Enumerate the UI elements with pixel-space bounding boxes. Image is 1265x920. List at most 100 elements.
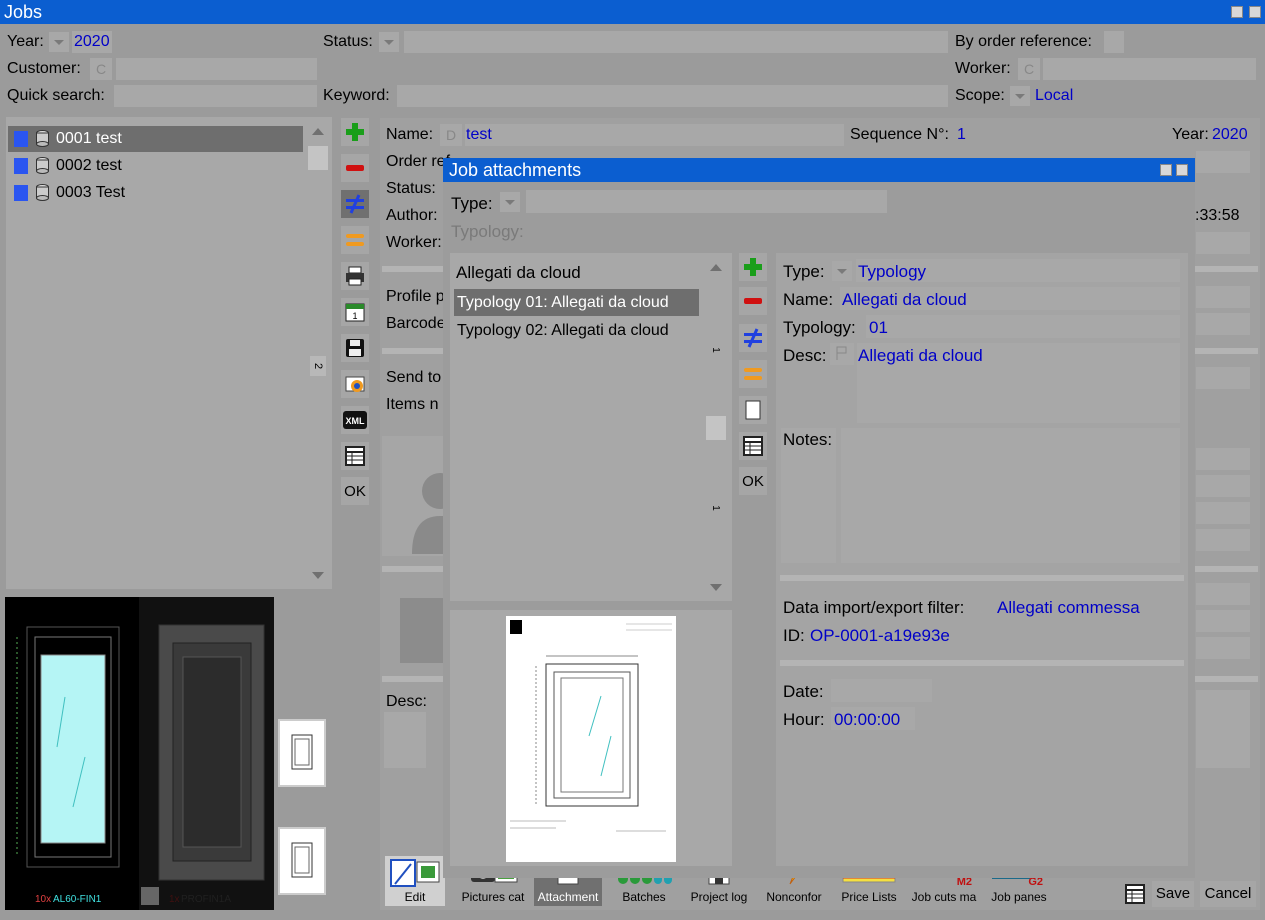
dialog-type-field[interactable] [526, 190, 887, 213]
year-dropdown[interactable] [49, 32, 69, 52]
send-to-field[interactable] [1196, 367, 1250, 389]
equal-attachment-button[interactable] [739, 360, 767, 388]
scroll-thumb[interactable] [308, 146, 328, 170]
window-profile-drawing [16, 626, 120, 868]
compare-attachment-button[interactable] [739, 324, 767, 352]
customer-filter-field[interactable] [116, 58, 317, 80]
worker-lookup-button[interactable]: C [1018, 58, 1040, 80]
status-label: Status: [386, 180, 436, 197]
list-item[interactable]: Typology 01: Allegati da cloud [454, 289, 699, 316]
list-item[interactable]: Typology 02: Allegati da cloud [457, 322, 669, 340]
customer-filter-label: Customer: [7, 60, 81, 77]
cancel-button[interactable]: Cancel [1200, 881, 1256, 907]
quick-search-label: Quick search: [7, 87, 105, 104]
customer-lookup-glyph: C [95, 61, 107, 77]
document-button[interactable] [739, 396, 767, 424]
detail-worker-label: Worker: [386, 234, 442, 251]
barcode-field[interactable] [1196, 313, 1250, 335]
scope-dropdown[interactable] [1010, 86, 1030, 106]
compare-job-button[interactable] [341, 190, 369, 218]
status-dropdown[interactable] [379, 32, 399, 52]
desc-right-field[interactable] [1196, 690, 1250, 768]
ok-button[interactable]: OK [341, 477, 369, 505]
xml-icon: XML [343, 411, 367, 429]
scroll-thumb[interactable] [706, 416, 726, 440]
by-order-ref-field[interactable] [1104, 31, 1124, 53]
dialog-close-icon[interactable] [1176, 164, 1188, 176]
table-icon [1125, 884, 1145, 904]
scroll-up-icon[interactable] [710, 264, 722, 271]
equal-icon [346, 234, 364, 246]
equal-icon [744, 368, 762, 380]
calendar-button[interactable]: 1 [341, 298, 369, 326]
keyword-input[interactable] [397, 85, 948, 107]
cancel-button-label: Cancel [1204, 885, 1252, 902]
grid-view-button[interactable] [1121, 880, 1149, 908]
xml-button[interactable]: XML [341, 406, 369, 434]
list-item[interactable]: 0001 test [8, 126, 303, 152]
aux-field-2[interactable] [1196, 475, 1250, 497]
dialog-ok-button[interactable]: OK [739, 467, 767, 495]
customer-lookup-button[interactable]: C [90, 58, 112, 80]
desc-side-field[interactable] [384, 712, 426, 768]
scroll-down-icon[interactable] [710, 584, 722, 591]
aux-field-5[interactable] [1196, 583, 1250, 605]
profile-field[interactable] [1196, 286, 1250, 308]
email-button[interactable] [341, 370, 369, 398]
delete-job-button[interactable] [341, 154, 369, 182]
order-ref-field[interactable] [1196, 151, 1250, 173]
ok-button-label: OK [344, 482, 366, 500]
form-date-field[interactable] [831, 679, 932, 702]
detail-worker-field[interactable] [1196, 232, 1250, 254]
calendar-icon: 1 [345, 303, 365, 322]
printer-icon [346, 266, 364, 286]
scroll-up-icon[interactable] [312, 128, 324, 135]
sequence-label: Sequence N°: [850, 126, 949, 143]
form-typology-field[interactable] [866, 315, 1180, 338]
list-item[interactable]: Allegati da cloud [456, 263, 581, 283]
list-item[interactable]: 0002 test [8, 153, 303, 179]
form-type-dropdown[interactable] [832, 261, 852, 281]
close-icon[interactable] [1249, 6, 1261, 18]
add-job-button[interactable] [341, 118, 369, 146]
aux-field-4[interactable] [1196, 529, 1250, 551]
quick-search-input[interactable] [114, 85, 317, 107]
add-attachment-button[interactable] [739, 253, 767, 281]
worker-filter-field[interactable] [1043, 58, 1256, 80]
print-button[interactable] [341, 262, 369, 290]
time-fragment: :33:58 [1195, 207, 1240, 224]
scroll-down-icon[interactable] [312, 572, 324, 579]
dialog-restore-icon[interactable] [1160, 164, 1172, 176]
edit-tab[interactable]: Edit [385, 856, 445, 906]
attachment-list-scrollbar[interactable]: 1 1 [704, 256, 728, 598]
dialog-ok-label: OK [742, 472, 764, 490]
restore-icon[interactable] [1231, 6, 1243, 18]
dialog-grid-button[interactable] [739, 432, 767, 460]
job-list-scrollbar[interactable]: 2 [306, 120, 330, 586]
job-color-marker [14, 158, 28, 174]
name-field[interactable] [465, 124, 844, 146]
aux-field-7[interactable] [1196, 637, 1250, 659]
status-filter-field[interactable] [404, 31, 948, 53]
form-notes-field[interactable] [841, 428, 1180, 563]
desc-language-button[interactable] [830, 343, 854, 365]
dialog-type-dropdown[interactable] [500, 192, 520, 212]
page-indicator-text: 2 [312, 362, 324, 370]
grid-button[interactable] [341, 442, 369, 470]
page-thumbnail-2[interactable] [278, 827, 326, 895]
form-desc-label: Desc: [783, 346, 827, 365]
aux-field-6[interactable] [1196, 610, 1250, 632]
list-item[interactable]: 0003 Test [8, 180, 303, 206]
aux-field-1[interactable] [1196, 448, 1250, 470]
save-disk-button[interactable] [341, 334, 369, 362]
remove-attachment-button[interactable] [739, 287, 767, 315]
page-thumbnail-1[interactable] [278, 719, 326, 787]
equal-job-button[interactable] [341, 226, 369, 254]
save-button[interactable]: Save [1152, 881, 1194, 907]
name-value: test [466, 126, 492, 143]
attachment-preview-panel [450, 610, 732, 866]
dialog-typology-label: Typology: [451, 222, 524, 241]
aux-field-3[interactable] [1196, 502, 1250, 524]
form-hour-value: 00:00:00 [834, 710, 901, 729]
dialog-title-text: Job attachments [449, 160, 582, 180]
